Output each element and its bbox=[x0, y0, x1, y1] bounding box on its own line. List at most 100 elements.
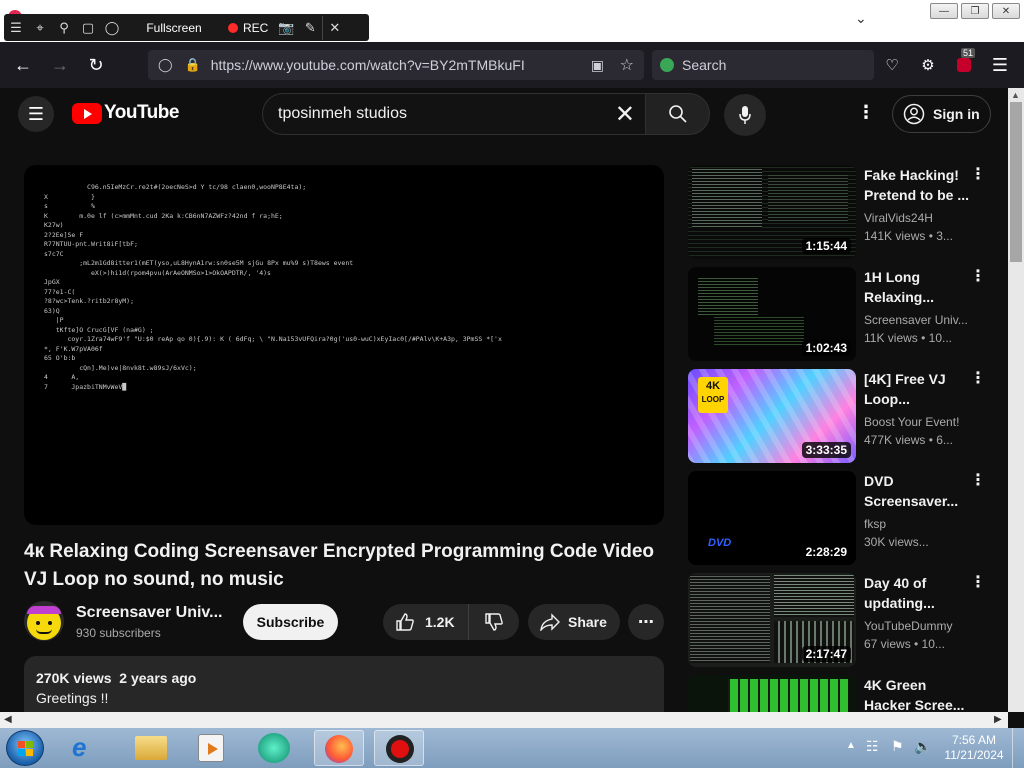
rec-button[interactable]: REC bbox=[228, 21, 268, 35]
app-green-icon[interactable] bbox=[258, 733, 290, 763]
recorder-taskbar-button[interactable] bbox=[374, 730, 424, 766]
scroll-left-icon[interactable]: ◀ bbox=[4, 714, 12, 725]
tray-expand-icon[interactable]: ▲ bbox=[846, 740, 856, 751]
record-dot-icon bbox=[228, 22, 238, 33]
show-desktop-button[interactable] bbox=[1012, 728, 1024, 768]
channel-name[interactable]: ViralVids24H bbox=[864, 211, 933, 225]
tab-list-chevron-icon[interactable]: ⌄ bbox=[855, 10, 867, 27]
minimize-button[interactable]: — bbox=[930, 3, 958, 19]
firefox-taskbar-button[interactable] bbox=[314, 730, 364, 766]
item-menu-icon[interactable]: ⋮ bbox=[970, 269, 986, 285]
addon-icon[interactable]: 51 bbox=[949, 48, 979, 80]
search-query[interactable]: tposinmeh studios bbox=[278, 105, 407, 123]
reload-button[interactable]: ↻ bbox=[81, 50, 111, 80]
youtube-play-icon bbox=[72, 102, 102, 124]
scroll-right-icon[interactable]: ▶ bbox=[994, 714, 1002, 725]
channel-name[interactable]: Screensaver Univ... bbox=[864, 313, 968, 327]
recommendation-item[interactable]: 4K LOOP 3:33:35 [4K] Free VJ Loop... Boos… bbox=[688, 369, 1000, 464]
volume-icon[interactable]: 🔈 bbox=[914, 738, 931, 755]
close-recorder-icon[interactable]: ✕ bbox=[322, 15, 346, 40]
item-menu-icon[interactable]: ⋮ bbox=[970, 371, 986, 387]
start-button[interactable] bbox=[6, 730, 44, 766]
region-icon[interactable]: ▢ bbox=[76, 16, 100, 40]
back-button[interactable]: ← bbox=[8, 50, 38, 80]
video-title[interactable]: Day 40 of updating... bbox=[864, 573, 972, 613]
video-title[interactable]: DVD Screensaver... bbox=[864, 471, 972, 511]
video-thumbnail[interactable]: 1:15:44 bbox=[688, 165, 856, 259]
browser-search-bar[interactable]: Search bbox=[652, 50, 874, 80]
menu-icon[interactable]: ☰ bbox=[4, 16, 28, 40]
scroll-up-icon[interactable]: ▲ bbox=[1011, 90, 1020, 100]
video-thumbnail[interactable]: 1:02:43 bbox=[688, 267, 856, 361]
video-meta: 141K views • 3... bbox=[864, 229, 953, 243]
channel-avatar[interactable] bbox=[24, 601, 64, 641]
channel-name[interactable]: YouTubeDummy bbox=[864, 619, 953, 633]
recommendation-item[interactable]: 2:17:47 Day 40 of updating... YouTubeDum… bbox=[688, 573, 1000, 668]
item-menu-icon[interactable]: ⋮ bbox=[970, 167, 986, 183]
media-player-icon[interactable] bbox=[198, 734, 224, 762]
clear-search-icon[interactable]: ✕ bbox=[615, 100, 635, 129]
more-actions-button[interactable]: ⋯ bbox=[628, 604, 664, 640]
video-title: 4к Relaxing Coding Screensaver Encrypted… bbox=[24, 541, 654, 590]
sign-in-button[interactable]: Sign in bbox=[892, 95, 991, 133]
channel-name[interactable]: Screensaver Univ... bbox=[76, 604, 222, 622]
subscribe-button[interactable]: Subscribe bbox=[243, 604, 338, 640]
video-title[interactable]: 1H Long Relaxing... bbox=[864, 267, 972, 307]
maximize-button[interactable]: ❐ bbox=[961, 3, 989, 19]
video-player[interactable]: C96.n5IeMzCr.re2t#(2oecNeS>d Y tc/98 cla… bbox=[24, 165, 664, 525]
close-window-button[interactable]: ✕ bbox=[992, 3, 1020, 19]
more-options-icon[interactable]: ⋮ bbox=[857, 102, 875, 123]
reader-view-icon[interactable]: ▣ bbox=[591, 57, 604, 74]
internet-explorer-icon[interactable]: e bbox=[72, 732, 86, 763]
shield-icon[interactable]: ◯ bbox=[158, 57, 173, 73]
extensions-icon[interactable]: ⚙ bbox=[913, 50, 943, 80]
system-clock[interactable]: 7:56 AM 11/21/2024 bbox=[944, 733, 1004, 763]
video-thumbnail[interactable]: 4K LOOP 3:33:35 bbox=[688, 369, 856, 463]
video-duration: 1:15:44 bbox=[801, 238, 851, 254]
video-thumbnail[interactable]: 2:17:47 bbox=[688, 573, 856, 667]
search-button[interactable] bbox=[645, 93, 710, 135]
item-menu-icon[interactable]: ⋮ bbox=[970, 473, 986, 489]
network-icon[interactable]: ☷ bbox=[866, 738, 879, 755]
channel-name[interactable]: fksp bbox=[864, 517, 886, 531]
recommendation-item[interactable]: 1:02:43 1H Long Relaxing... Screensaver … bbox=[688, 267, 1000, 362]
guide-menu-button[interactable]: ☰ bbox=[18, 96, 54, 132]
share-button[interactable]: Share bbox=[528, 604, 620, 640]
recommendation-item[interactable]: 1:15:44 Fake Hacking! Pretend to be ... … bbox=[688, 165, 1000, 260]
video-title[interactable]: 4K Green Hacker Scree... bbox=[864, 675, 972, 712]
recommendation-item[interactable]: 4K Green Hacker Scree... bbox=[688, 675, 1000, 712]
fullscreen-label[interactable]: Fullscreen bbox=[124, 21, 224, 35]
like-button[interactable]: 1.2K bbox=[383, 604, 469, 640]
action-center-flag-icon[interactable]: ⚑ bbox=[891, 738, 904, 755]
rec-label: REC bbox=[243, 20, 269, 35]
item-menu-icon[interactable]: ⋮ bbox=[970, 575, 986, 591]
app-menu-button[interactable]: ☰ bbox=[985, 50, 1015, 80]
bookmark-star-icon[interactable]: ☆ bbox=[620, 55, 634, 75]
video-thumbnail[interactable] bbox=[688, 675, 856, 712]
addon-badge: 51 bbox=[961, 48, 976, 58]
forward-button[interactable]: → bbox=[45, 50, 75, 80]
horizontal-scrollbar[interactable]: ◀ ▶ bbox=[0, 712, 1008, 728]
zoom-icon[interactable]: ⚲ bbox=[52, 16, 76, 40]
lock-icon[interactable]: 🔒 bbox=[185, 57, 201, 73]
drop-icon[interactable]: ◯ bbox=[100, 16, 124, 40]
description-box[interactable]: 270K views 2 years ago Greetings !! bbox=[24, 656, 664, 712]
dislike-button[interactable] bbox=[469, 604, 519, 640]
resize-icon[interactable]: ⌖ bbox=[28, 16, 52, 40]
channel-name[interactable]: Boost Your Event! bbox=[864, 415, 959, 429]
vertical-scrollbar[interactable]: ▲ bbox=[1008, 88, 1024, 712]
video-title[interactable]: [4K] Free VJ Loop... bbox=[864, 369, 972, 409]
file-explorer-icon[interactable] bbox=[135, 736, 167, 760]
video-thumbnail[interactable]: DVD 2:28:29 bbox=[688, 471, 856, 565]
video-title[interactable]: Fake Hacking! Pretend to be ... bbox=[864, 165, 972, 205]
camera-icon[interactable]: 📷 bbox=[274, 16, 298, 40]
recommendation-item[interactable]: DVD 2:28:29 DVD Screensaver... fksp 30K … bbox=[688, 471, 1000, 566]
youtube-logo[interactable]: YouTube bbox=[72, 102, 179, 124]
scrollbar-thumb[interactable] bbox=[1010, 102, 1022, 262]
address-bar[interactable]: ◯ 🔒 https://www.youtube.com/watch?v=BY2m… bbox=[148, 50, 644, 80]
pocket-icon[interactable]: ♡ bbox=[877, 50, 907, 80]
search-input[interactable]: tposinmeh studios ✕ bbox=[262, 93, 646, 135]
url-text[interactable]: https://www.youtube.com/watch?v=BY2mTMBk… bbox=[211, 57, 525, 73]
pen-icon[interactable]: ✎ bbox=[298, 16, 322, 40]
voice-search-button[interactable] bbox=[724, 94, 766, 136]
